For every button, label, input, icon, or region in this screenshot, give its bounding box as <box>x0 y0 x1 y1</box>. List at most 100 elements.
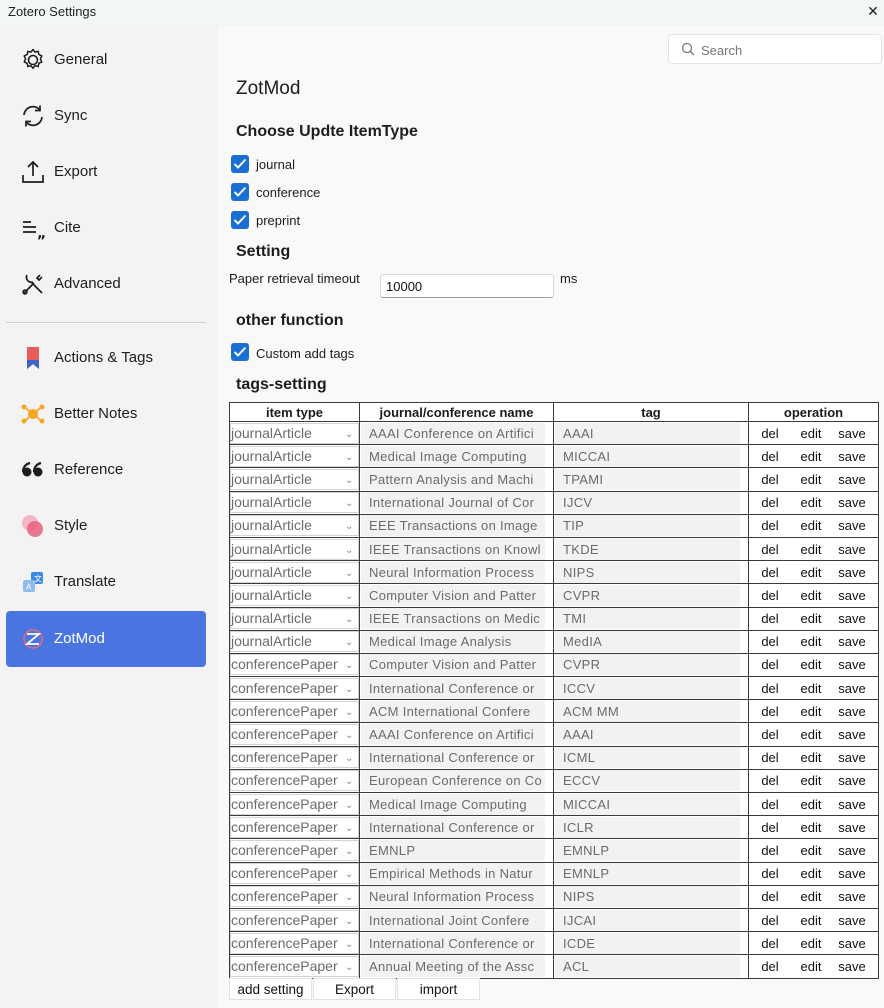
item-type-select[interactable]: conferencePaper ⌄ <box>230 747 359 769</box>
edit-button[interactable]: edit <box>791 909 831 931</box>
sidebar-item-actions-tags[interactable]: Actions & Tags <box>6 330 206 386</box>
name-input[interactable]: International Joint Confere <box>361 909 545 931</box>
preprint-checkbox[interactable] <box>231 211 249 229</box>
delete-button[interactable]: del <box>749 538 791 560</box>
sidebar-item-style[interactable]: Style <box>6 498 206 554</box>
tag-input[interactable]: TMI <box>555 608 740 630</box>
tag-input[interactable]: ACM MM <box>555 700 740 722</box>
item-type-select[interactable]: journalArticle ⌄ <box>230 561 359 583</box>
name-input[interactable]: IEEE Transactions on Medic <box>361 608 545 630</box>
save-button[interactable]: save <box>831 492 873 514</box>
edit-button[interactable]: edit <box>791 492 831 514</box>
name-input[interactable]: Annual Meeting of the Assc <box>361 955 545 977</box>
tag-input[interactable]: AAAI <box>555 422 740 444</box>
add-setting-button[interactable]: add setting <box>229 978 312 1000</box>
sidebar-item-advanced[interactable]: Advanced <box>6 256 206 312</box>
item-type-select[interactable]: journalArticle ⌄ <box>230 515 359 537</box>
tag-input[interactable]: MICCAI <box>555 445 740 467</box>
tag-input[interactable]: IJCV <box>555 492 740 514</box>
delete-button[interactable]: del <box>749 839 791 861</box>
sidebar-item-translate[interactable]: 文A Translate <box>6 554 206 610</box>
sidebar-item-reference[interactable]: Reference <box>6 442 206 498</box>
edit-button[interactable]: edit <box>791 468 831 490</box>
save-button[interactable]: save <box>831 932 873 954</box>
item-type-select[interactable]: journalArticle ⌄ <box>230 468 359 490</box>
edit-button[interactable]: edit <box>791 422 831 444</box>
name-input[interactable]: AAAI Conference on Artifici <box>361 724 545 746</box>
name-input[interactable]: International Journal of Cor <box>361 492 545 514</box>
save-button[interactable]: save <box>831 816 873 838</box>
item-type-select[interactable]: journalArticle ⌄ <box>230 445 359 467</box>
name-input[interactable]: AAAI Conference on Artifici <box>361 422 545 444</box>
edit-button[interactable]: edit <box>791 747 831 769</box>
edit-button[interactable]: edit <box>791 863 831 885</box>
edit-button[interactable]: edit <box>791 584 831 606</box>
save-button[interactable]: save <box>831 631 873 653</box>
item-type-select[interactable]: conferencePaper ⌄ <box>230 886 359 908</box>
save-button[interactable]: save <box>831 863 873 885</box>
sidebar-item-export[interactable]: Export <box>6 144 206 200</box>
save-button[interactable]: save <box>831 561 873 583</box>
save-button[interactable]: save <box>831 793 873 815</box>
tag-input[interactable]: ICML <box>555 747 740 769</box>
delete-button[interactable]: del <box>749 747 791 769</box>
edit-button[interactable]: edit <box>791 932 831 954</box>
save-button[interactable]: save <box>831 955 873 977</box>
delete-button[interactable]: del <box>749 724 791 746</box>
save-button[interactable]: save <box>831 422 873 444</box>
item-type-select[interactable]: journalArticle ⌄ <box>230 631 359 653</box>
edit-button[interactable]: edit <box>791 839 831 861</box>
delete-button[interactable]: del <box>749 468 791 490</box>
tag-input[interactable]: TPAMI <box>555 468 740 490</box>
sidebar-item-cite[interactable]: „ Cite <box>6 200 206 256</box>
edit-button[interactable]: edit <box>791 793 831 815</box>
save-button[interactable]: save <box>831 909 873 931</box>
edit-button[interactable]: edit <box>791 538 831 560</box>
sidebar-item-better-notes[interactable]: Better Notes <box>6 386 206 442</box>
name-input[interactable]: ACM International Confere <box>361 700 545 722</box>
tag-input[interactable]: AAAI <box>555 724 740 746</box>
item-type-select[interactable]: conferencePaper ⌄ <box>230 724 359 746</box>
delete-button[interactable]: del <box>749 863 791 885</box>
delete-button[interactable]: del <box>749 816 791 838</box>
delete-button[interactable]: del <box>749 445 791 467</box>
tag-input[interactable]: IJCAI <box>555 909 740 931</box>
item-type-select[interactable]: journalArticle ⌄ <box>230 608 359 630</box>
name-input[interactable]: European Conference on Co <box>361 770 545 792</box>
name-input[interactable]: EEE Transactions on Image <box>361 515 545 537</box>
save-button[interactable]: save <box>831 445 873 467</box>
delete-button[interactable]: del <box>749 492 791 514</box>
tag-input[interactable]: EMNLP <box>555 839 740 861</box>
delete-button[interactable]: del <box>749 955 791 977</box>
custom-tags-checkbox[interactable] <box>231 343 249 361</box>
name-input[interactable]: Pattern Analysis and Machi <box>361 468 545 490</box>
timeout-field[interactable] <box>380 274 554 298</box>
name-input[interactable]: Empirical Methods in Natur <box>361 863 545 885</box>
name-input[interactable]: Medical Image Computing <box>361 793 545 815</box>
save-button[interactable]: save <box>831 654 873 676</box>
name-input[interactable]: International Conference or <box>361 932 545 954</box>
tag-input[interactable]: CVPR <box>555 654 740 676</box>
edit-button[interactable]: edit <box>791 955 831 977</box>
sidebar-item-general[interactable]: General <box>6 32 206 88</box>
tag-input[interactable]: ECCV <box>555 770 740 792</box>
tag-input[interactable]: TIP <box>555 515 740 537</box>
name-input[interactable]: Medical Image Computing <box>361 445 545 467</box>
tag-input[interactable]: EMNLP <box>555 863 740 885</box>
edit-button[interactable]: edit <box>791 654 831 676</box>
edit-button[interactable]: edit <box>791 770 831 792</box>
journal-checkbox[interactable] <box>231 155 249 173</box>
save-button[interactable]: save <box>831 608 873 630</box>
save-button[interactable]: save <box>831 584 873 606</box>
delete-button[interactable]: del <box>749 608 791 630</box>
delete-button[interactable]: del <box>749 886 791 908</box>
save-button[interactable]: save <box>831 538 873 560</box>
delete-button[interactable]: del <box>749 654 791 676</box>
edit-button[interactable]: edit <box>791 724 831 746</box>
edit-button[interactable]: edit <box>791 445 831 467</box>
item-type-select[interactable]: journalArticle ⌄ <box>230 422 359 444</box>
save-button[interactable]: save <box>831 515 873 537</box>
name-input[interactable]: IEEE Transactions on Knowl <box>361 538 545 560</box>
edit-button[interactable]: edit <box>791 816 831 838</box>
item-type-select[interactable]: conferencePaper ⌄ <box>230 932 359 954</box>
